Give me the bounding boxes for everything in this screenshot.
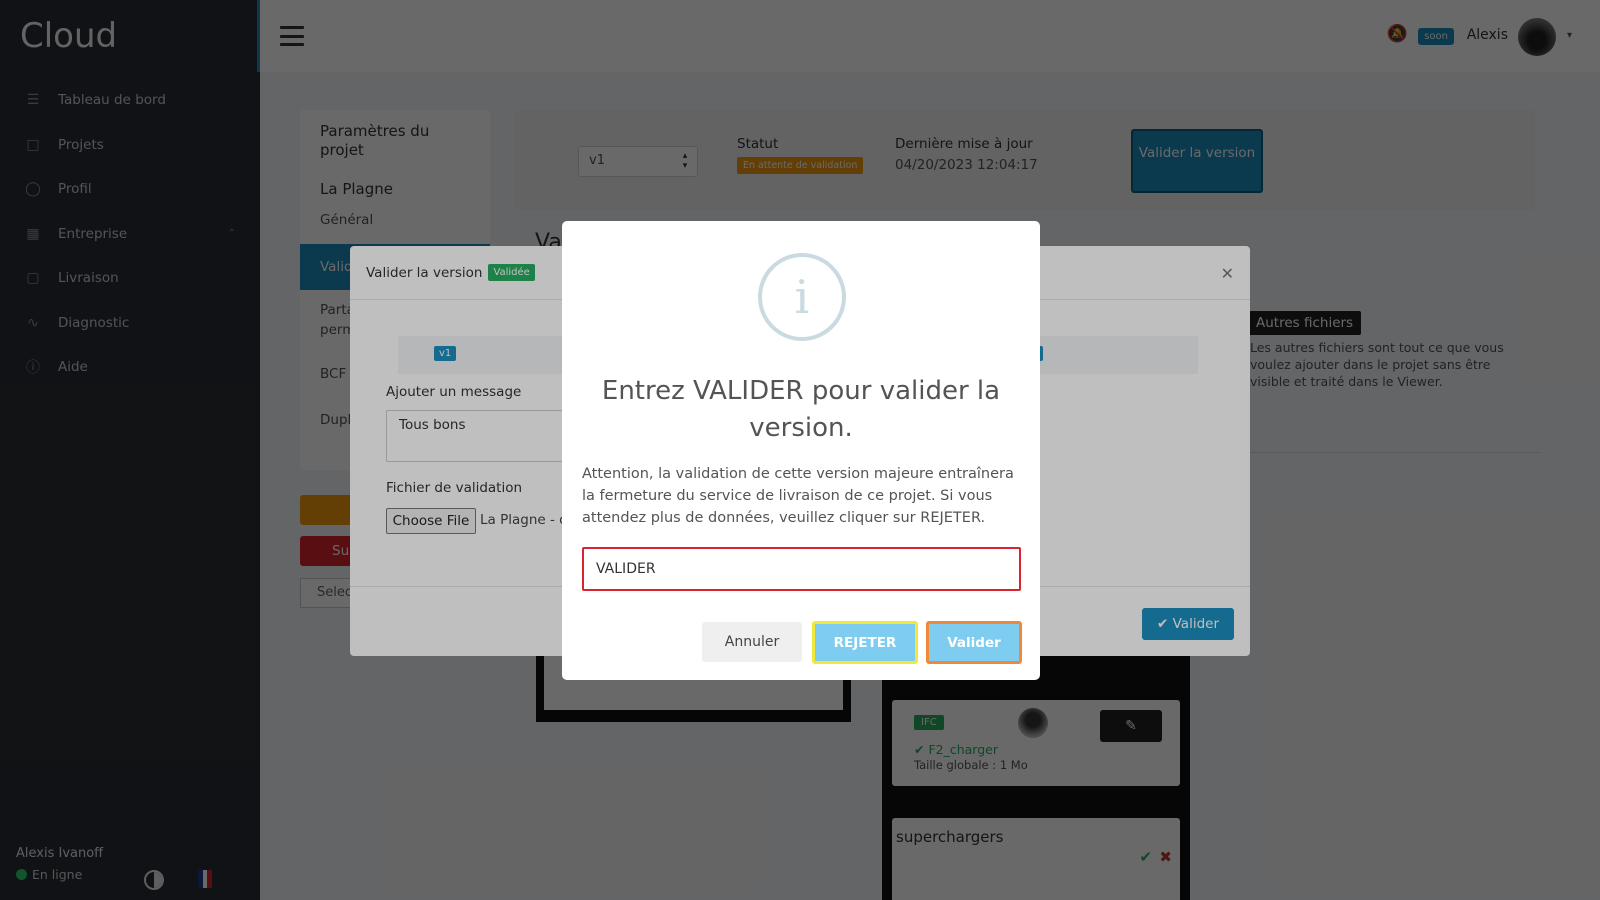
confirm-validate-button[interactable]: Valider <box>926 621 1022 664</box>
info-icon: i <box>758 253 846 341</box>
dialog-text: Attention, la validation de cette versio… <box>582 466 1014 526</box>
confirm-input[interactable] <box>582 547 1021 591</box>
confirm-dialog: i Entrez VALIDER pour valider la version… <box>562 221 1040 680</box>
reject-button[interactable]: REJETER <box>812 621 918 664</box>
cancel-button[interactable]: Annuler <box>702 622 802 662</box>
dialog-title: Entrez VALIDER pour valider la version. <box>601 376 1001 443</box>
